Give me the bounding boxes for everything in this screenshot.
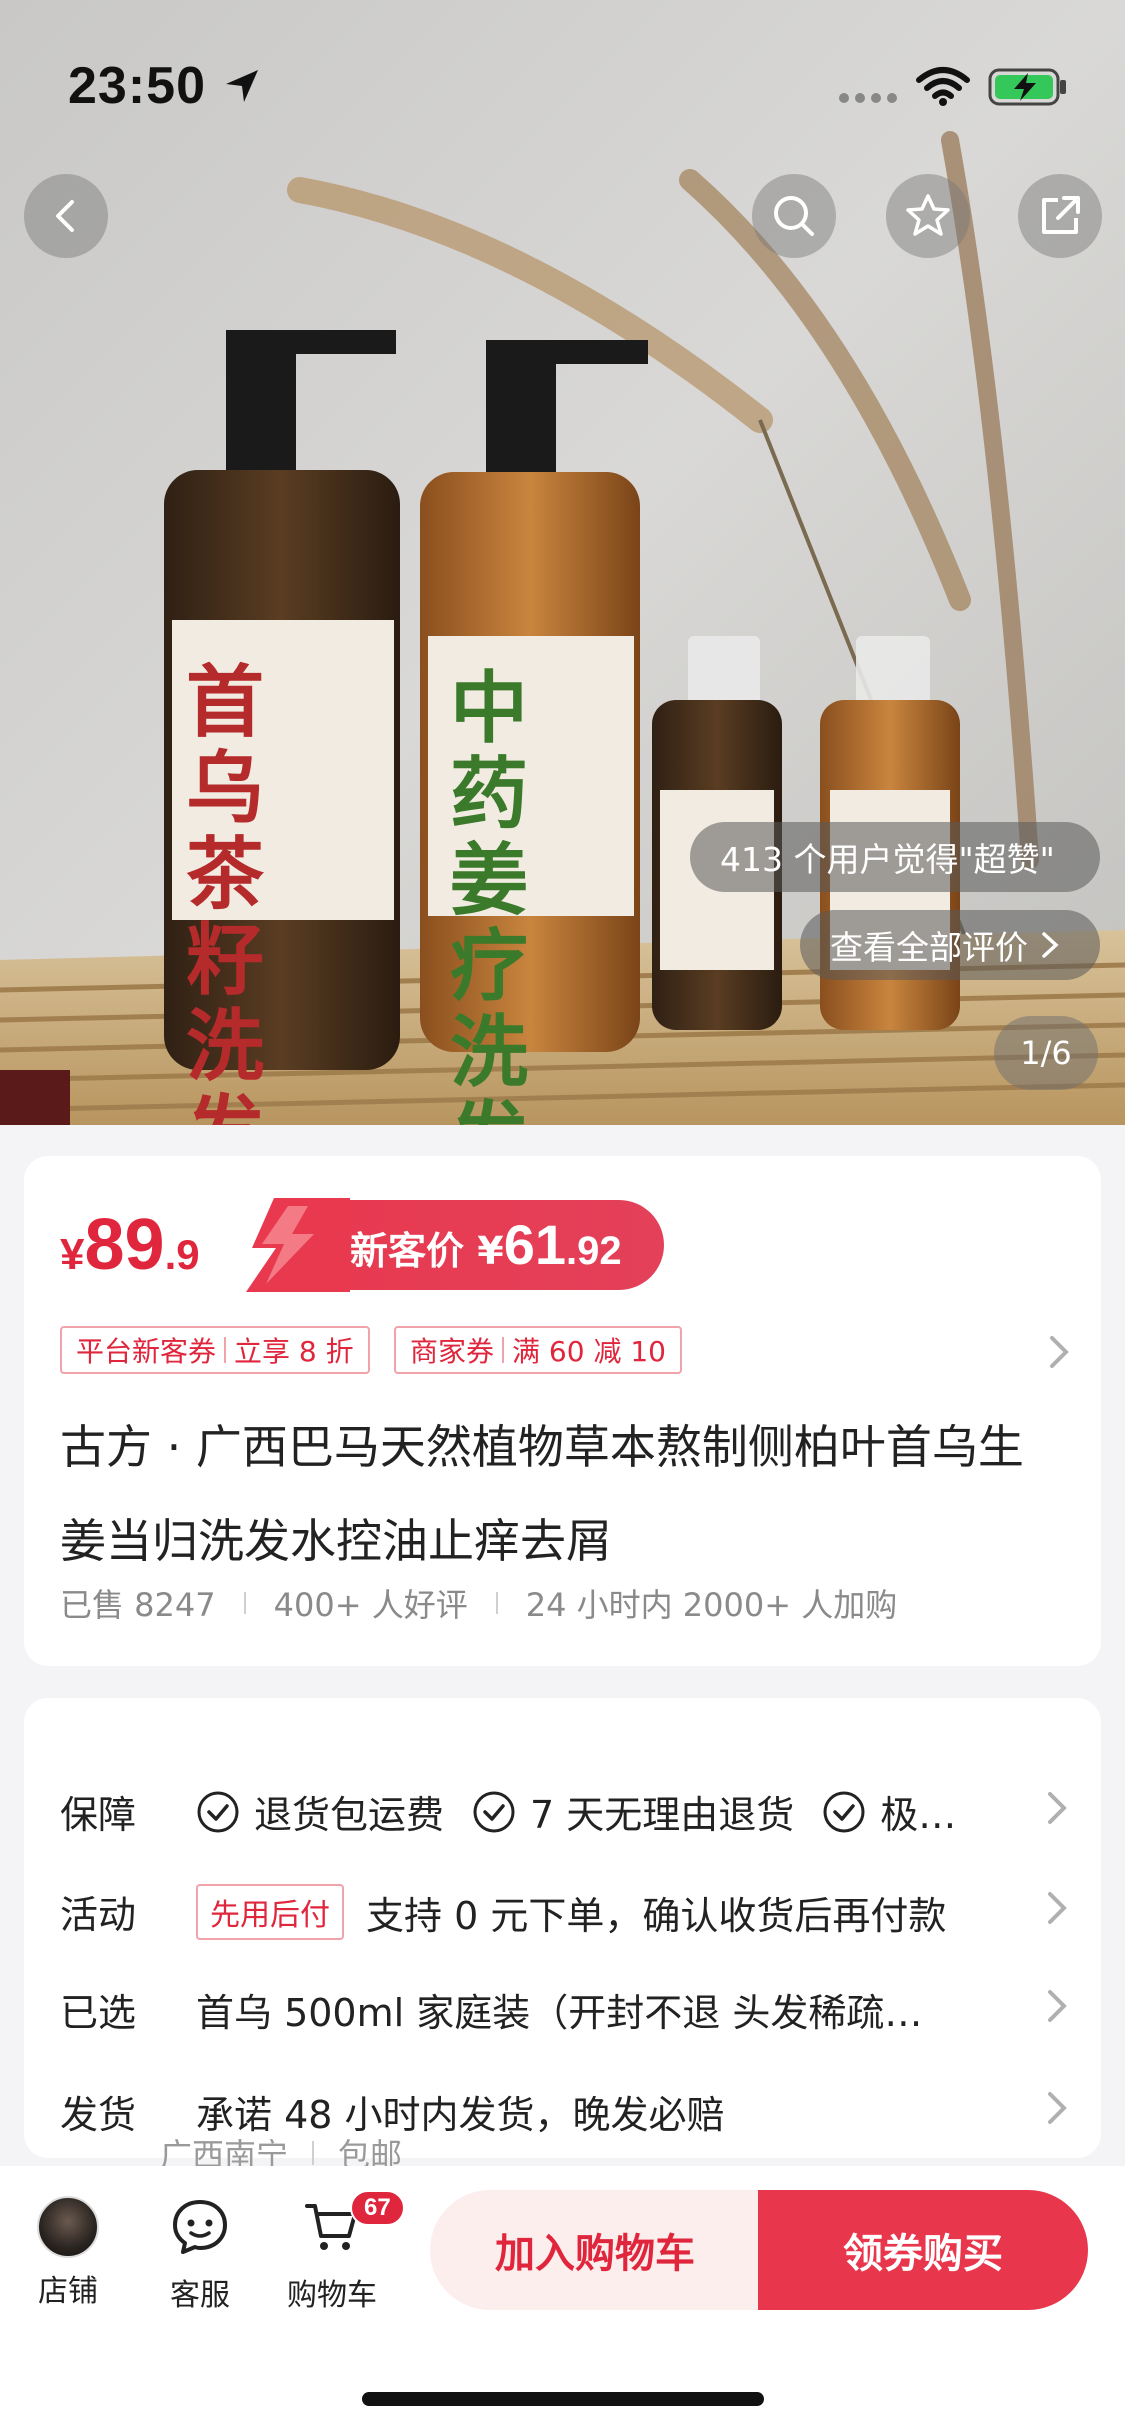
- new-price-decimal: .92: [566, 1229, 622, 1273]
- chat-bubble-icon: [173, 2200, 227, 2254]
- chevron-right-icon: [1042, 932, 1059, 958]
- price-decimal: .9: [164, 1231, 200, 1278]
- pay-later-tag: 先用后付: [196, 1884, 344, 1940]
- activity-row[interactable]: 活动 先用后付 支持 0 元下单，确认收货后再付款: [60, 1878, 1070, 1940]
- coupon-value: 立享 8 折: [234, 1335, 354, 1368]
- signal-dots-icon: [839, 93, 897, 103]
- location-arrow-icon: [226, 70, 258, 102]
- new-price-integer: 61: [503, 1213, 566, 1276]
- add-to-cart-button[interactable]: 加入购物车: [430, 2190, 760, 2310]
- chevron-left-icon: [56, 200, 74, 232]
- chevron-right-icon: [1048, 1792, 1067, 1824]
- product-gallery[interactable]: 首乌茶籽洗发液 中药姜疗洗发液 23:50 413 个用户觉得"超赞" 查看全部: [0, 0, 1125, 1125]
- shop-label: 店铺: [38, 2274, 98, 2309]
- shipping-label: 发货: [60, 2093, 137, 2137]
- platform-coupon-tag[interactable]: 平台新客券 立享 8 折: [60, 1326, 370, 1374]
- added-to-cart-count: 24 小时内 2000+ 人加购: [525, 1586, 898, 1624]
- shipping-row[interactable]: 发货 承诺 48 小时内发货，晚发必赔: [60, 2078, 1070, 2138]
- customer-service-tab[interactable]: 客服: [140, 2196, 260, 2314]
- sales-stats: 已售 8247 400+ 人好评 24 小时内 2000+ 人加购: [60, 1580, 897, 1626]
- back-button[interactable]: [24, 174, 108, 258]
- sold-count: 已售 8247: [60, 1586, 216, 1624]
- new-customer-price-badge: 新客价 ¥61.92: [232, 1196, 664, 1292]
- share-button[interactable]: [1018, 174, 1102, 258]
- view-all-reviews-button[interactable]: 查看全部评价: [800, 910, 1100, 980]
- bottle-label-1: 首乌茶籽洗发液: [186, 658, 264, 1125]
- users-like-pill: 413 个用户觉得"超赞": [690, 822, 1100, 892]
- search-button[interactable]: [752, 174, 836, 258]
- search-icon: [774, 196, 814, 236]
- cart-tab[interactable]: 67 购物车: [272, 2190, 405, 2314]
- check-circle-icon: [197, 1791, 239, 1832]
- image-counter: 1/6: [994, 1016, 1098, 1090]
- service-info-card: 保障 退货包运费 7 天无理由退货 极… 活动 先用后付 支持 0 元下单，确认…: [24, 1698, 1101, 2174]
- view-reviews-label: 查看全部评价: [830, 928, 1028, 967]
- coupon-buy-button[interactable]: 领券购买: [758, 2190, 1088, 2310]
- shop-tab[interactable]: 店铺: [8, 2196, 128, 2310]
- new-price-currency: ¥: [477, 1229, 504, 1273]
- activity-text: 支持 0 元下单，确认收货后再付款: [366, 1893, 947, 1938]
- share-icon: [1042, 196, 1080, 234]
- price-card: ¥89.9 新客价 ¥61.92 平台新客券 立享 8 折 商家券满 60 减 1…: [24, 1156, 1101, 1666]
- battery-charging-icon: [988, 68, 1066, 106]
- current-price: ¥89.9: [60, 1204, 200, 1286]
- selected-spec-row[interactable]: 已选 首乌 500ml 家庭装（开封不退 头发稀疏…: [60, 1976, 1070, 2036]
- wifi-icon: [916, 67, 970, 106]
- guarantee-item: 退货包运费: [254, 1793, 445, 1837]
- service-label: 客服: [170, 2278, 230, 2313]
- price-integer: 89: [84, 1205, 165, 1285]
- favorite-button[interactable]: [886, 174, 970, 258]
- check-circle-icon: [473, 1791, 515, 1832]
- activity-label: 活动: [60, 1893, 137, 1937]
- bottle-label-2: 中药姜疗洗发液: [450, 664, 528, 1125]
- coupon-value: 满 60 减 10: [512, 1335, 666, 1368]
- selected-label: 已选: [60, 1991, 137, 2035]
- good-reviews-count: 400+ 人好评: [273, 1586, 468, 1624]
- status-time: 23:50: [68, 57, 206, 115]
- guarantee-label: 保障: [60, 1793, 137, 1837]
- lightning-icon: [246, 1198, 350, 1292]
- chevron-right-icon: [1048, 1990, 1067, 2022]
- selected-spec-text: 首乌 500ml 家庭装（开封不退 头发稀疏…: [196, 1991, 923, 2035]
- coupon-name: 平台新客券: [76, 1335, 217, 1368]
- guarantee-row[interactable]: 保障 退货包运费 7 天无理由退货 极…: [60, 1778, 1070, 1838]
- chevron-right-icon: [1048, 1892, 1067, 1924]
- product-title: 古方 · 广西巴马天然植物草本熬制侧柏叶首乌生姜当归洗发水控油止痒去屑: [60, 1420, 1024, 1568]
- home-indicator: [362, 2392, 764, 2406]
- chevron-right-icon: [1048, 2092, 1067, 2124]
- check-circle-icon: [823, 1791, 865, 1832]
- chevron-right-icon[interactable]: [1044, 1332, 1072, 1372]
- guarantee-item: 极…: [880, 1793, 957, 1837]
- coupon-name: 商家券: [410, 1335, 495, 1368]
- star-icon: [906, 194, 950, 236]
- merchant-coupon-tag[interactable]: 商家券满 60 减 10: [394, 1326, 682, 1374]
- price-currency: ¥: [60, 1230, 85, 1279]
- shop-avatar: [37, 2196, 99, 2258]
- status-bar: 23:50: [0, 0, 1125, 150]
- cart-count-badge: 67: [350, 2190, 405, 2226]
- guarantee-item: 7 天无理由退货: [530, 1793, 795, 1837]
- new-price-label: 新客价: [350, 1229, 465, 1273]
- cart-label: 购物车: [287, 2278, 377, 2313]
